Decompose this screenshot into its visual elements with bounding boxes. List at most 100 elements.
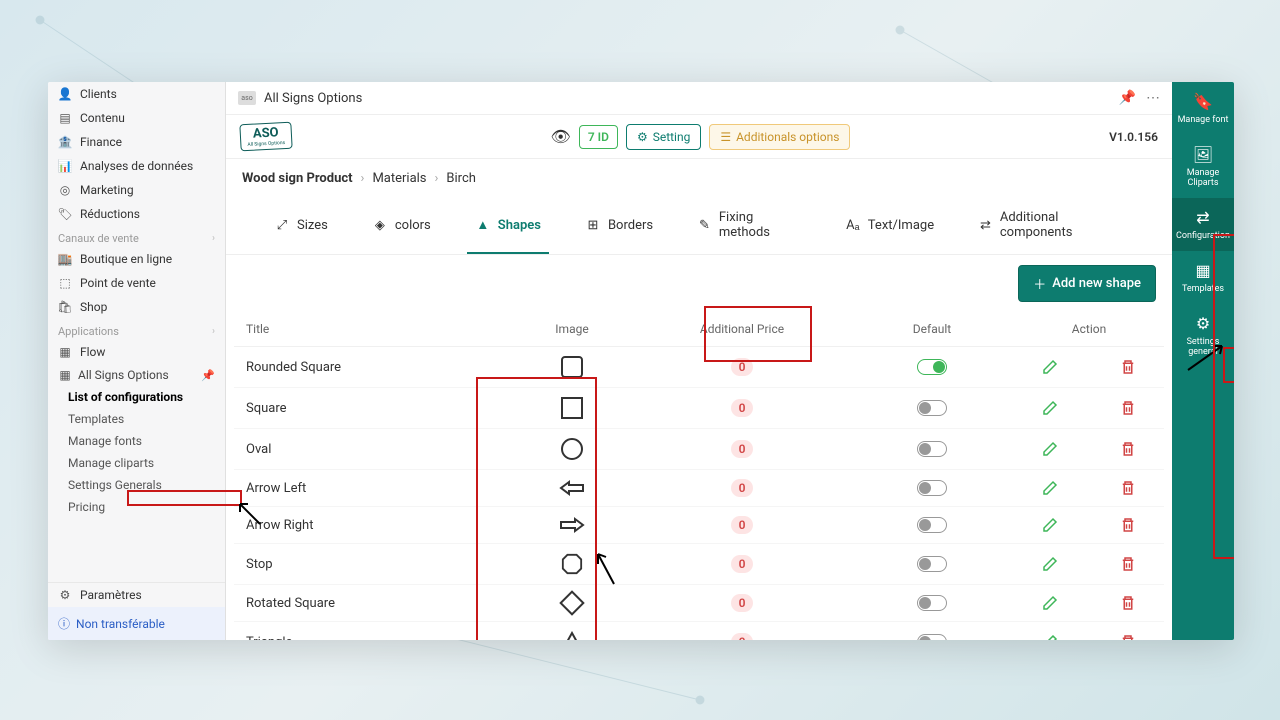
delete-button[interactable] [1119, 633, 1137, 640]
breadcrumb-root[interactable]: Wood sign Product [242, 171, 353, 186]
price-badge: 0 [731, 479, 754, 497]
sidebar-aso-child[interactable]: Manage cliparts [48, 452, 225, 474]
rail-font[interactable]: 🔖Manage font [1172, 82, 1234, 135]
sidebar-channel[interactable]: ⬚Point de vente [48, 271, 225, 295]
table-row: Arrow Left 0 [234, 470, 1164, 507]
delete-button[interactable] [1119, 555, 1137, 573]
edit-button[interactable] [1041, 440, 1059, 458]
rail-config[interactable]: ⇄Configuration [1172, 198, 1234, 251]
edit-button[interactable] [1041, 633, 1059, 640]
rail-tmpl[interactable]: ▦Templates [1172, 251, 1234, 304]
preview-icon[interactable]: 👁 [551, 127, 571, 146]
sidebar-aso-child[interactable]: Pricing [48, 496, 225, 518]
gear-icon: ⚙ [1196, 314, 1210, 333]
tab-textimage[interactable]: AₐText/Image [837, 198, 942, 254]
tab-shapes[interactable]: ▲Shapes [467, 198, 549, 254]
setting-button[interactable]: ⚙ Setting [626, 124, 701, 150]
edit-button[interactable] [1041, 399, 1059, 417]
table-row: Rounded Square 0 [234, 347, 1164, 388]
row-shape-icon [502, 480, 642, 496]
sidebar-item[interactable]: ◎Marketing [48, 178, 225, 202]
app-window: 👤Clients▤Contenu🏦Finance📊Analyses de don… [48, 82, 1234, 640]
app-badge-icon: aso [238, 91, 256, 105]
sliders-icon: ⚙ [637, 130, 648, 144]
col-default: Default [842, 322, 1022, 336]
sidebar-aso-child[interactable]: Settings Generals [48, 474, 225, 496]
row-title: Triangle [242, 635, 502, 641]
edit-button[interactable] [1041, 358, 1059, 376]
default-toggle[interactable] [917, 441, 947, 457]
edit-button[interactable] [1041, 594, 1059, 612]
tab-additionalcomponents[interactable]: ⇄Additional components [970, 198, 1132, 254]
table-row: Arrow Right 0 [234, 507, 1164, 544]
bank-icon: 🏦 [58, 135, 72, 149]
edit-button[interactable] [1041, 516, 1059, 534]
delete-button[interactable] [1119, 399, 1137, 417]
sidebar-settings[interactable]: ⚙ Paramètres [48, 583, 225, 607]
sidebar-app-aso[interactable]: ▦ All Signs Options 📌 [48, 364, 225, 386]
tab-colors[interactable]: ◈colors [364, 198, 439, 254]
price-badge: 0 [731, 594, 754, 612]
pin-button[interactable]: 📌 [1119, 90, 1136, 106]
info-icon: ⓘ [58, 615, 70, 632]
col-price: Additional Price [642, 322, 842, 336]
clip-icon: 🖼 [1193, 145, 1213, 164]
row-title: Square [242, 401, 502, 416]
default-toggle[interactable] [917, 634, 947, 640]
gear-icon: ⚙ [58, 588, 72, 602]
col-image: Image [502, 322, 642, 336]
row-title: Rounded Square [242, 360, 502, 375]
col-action: Action [1022, 322, 1156, 336]
sidebar-item[interactable]: 👤Clients [48, 82, 225, 106]
rail-clip[interactable]: 🖼Manage Cliparts [1172, 135, 1234, 198]
sidebar-aso-child[interactable]: List of configurations [48, 386, 225, 408]
sidebar-item[interactable]: 🏷Réductions [48, 202, 225, 226]
price-badge: 0 [731, 399, 754, 417]
edit-button[interactable] [1041, 555, 1059, 573]
more-button[interactable]: ⋯ [1146, 90, 1160, 106]
sidebar-aso-child[interactable]: Manage fonts [48, 430, 225, 452]
pos-icon: ⬚ [58, 276, 72, 290]
default-toggle[interactable] [917, 480, 947, 496]
table-header: Title Image Additional Price Default Act… [234, 312, 1164, 347]
breadcrumb-item[interactable]: Materials [372, 171, 426, 186]
row-shape-icon [502, 594, 642, 612]
default-toggle[interactable] [917, 517, 947, 533]
delete-button[interactable] [1119, 594, 1137, 612]
addcomp-icon: ⇄ [978, 217, 993, 233]
right-rail-nav: 🔖Manage font🖼Manage Cliparts⇄Configurati… [1172, 82, 1234, 640]
edit-button[interactable] [1041, 479, 1059, 497]
tab-fixingmethods[interactable]: ✎Fixing methods [689, 198, 809, 254]
delete-button[interactable] [1119, 516, 1137, 534]
additional-options-button[interactable]: ☰ Additionals options [709, 124, 850, 150]
shapes-table: Title Image Additional Price Default Act… [226, 312, 1172, 640]
default-toggle[interactable] [917, 556, 947, 572]
pin-icon[interactable]: 📌 [201, 369, 215, 382]
sidebar-item[interactable]: 🏦Finance [48, 130, 225, 154]
delete-button[interactable] [1119, 358, 1137, 376]
sidebar-item[interactable]: 📊Analyses de données [48, 154, 225, 178]
default-toggle[interactable] [917, 400, 947, 416]
font-icon: 🔖 [1193, 92, 1213, 111]
sidebar-item[interactable]: ▤Contenu [48, 106, 225, 130]
store-icon: 🏬 [58, 252, 72, 266]
price-badge: 0 [731, 555, 754, 573]
default-toggle[interactable] [917, 359, 947, 375]
tab-sizes[interactable]: ⤢Sizes [266, 198, 336, 254]
default-toggle[interactable] [917, 595, 947, 611]
sidebar-app[interactable]: ▦Flow [48, 340, 225, 364]
row-shape-icon [502, 631, 642, 640]
add-new-shape-button[interactable]: ＋ Add new shape [1018, 265, 1156, 302]
sidebar-channel[interactable]: 🛍Shop [48, 295, 225, 319]
non-transferable-badge[interactable]: ⓘ Non transférable [48, 607, 225, 640]
id-badge[interactable]: 7 ID [579, 125, 618, 149]
sidebar-aso-child[interactable]: Templates [48, 408, 225, 430]
sidebar-section-channels: Canaux de vente› [48, 226, 225, 247]
config-tabs: ⤢Sizes ◈colors ▲Shapes ⊞Borders ✎Fixing meth… [226, 198, 1172, 255]
rail-gear[interactable]: ⚙Settings general [1172, 304, 1234, 367]
tab-borders[interactable]: ⊞Borders [577, 198, 661, 254]
delete-button[interactable] [1119, 479, 1137, 497]
delete-button[interactable] [1119, 440, 1137, 458]
borders-icon: ⊞ [585, 217, 601, 233]
sidebar-channel[interactable]: 🏬Boutique en ligne [48, 247, 225, 271]
